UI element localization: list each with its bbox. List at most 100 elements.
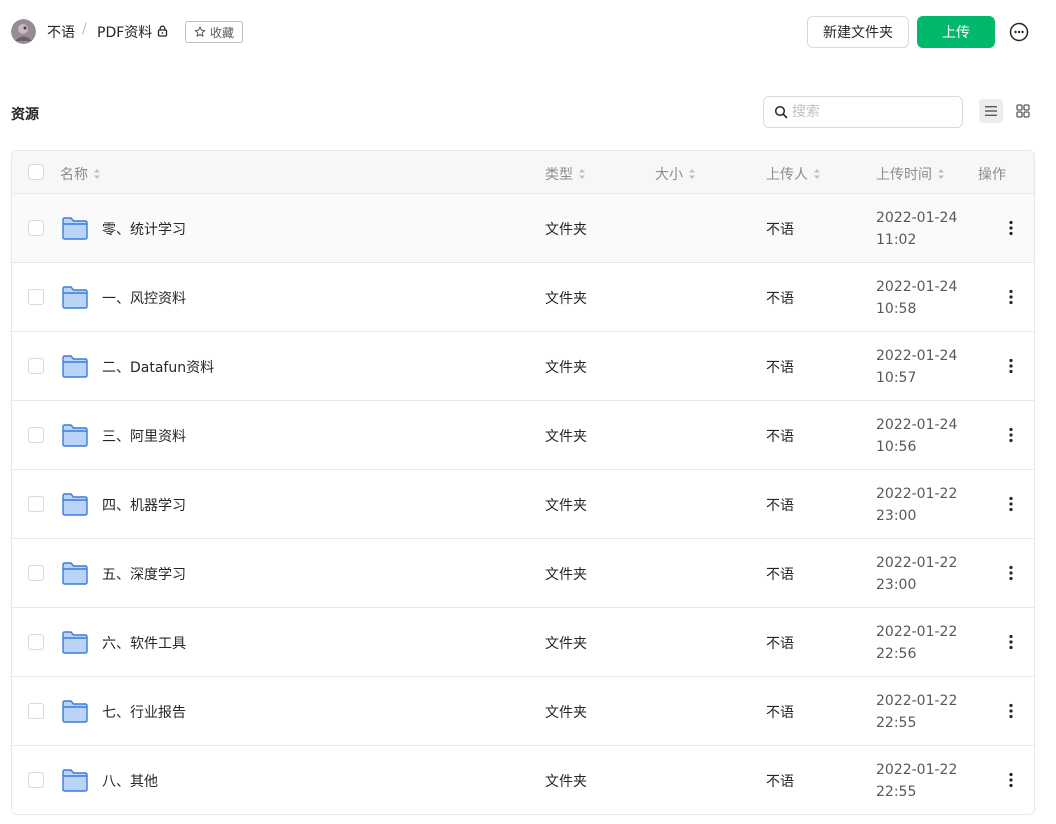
row-uploader: 不语 [766, 567, 794, 583]
more-vertical-icon[interactable] [1003, 287, 1019, 307]
table-row[interactable]: 四、机器学习 文件夹 不语 2022-01-22 23:00 [12, 470, 1034, 539]
sort-icon [938, 169, 944, 179]
row-upload-date: 2022-01-24 [876, 417, 958, 433]
column-header-actions: 操作 [978, 164, 1006, 184]
row-upload-clock: 22:55 [876, 715, 917, 731]
row-uploader: 不语 [766, 636, 794, 652]
table-row[interactable]: 七、行业报告 文件夹 不语 2022-01-22 22:55 [12, 677, 1034, 746]
column-header-size[interactable]: 大小 [655, 164, 696, 184]
breadcrumb-user[interactable]: 不语 [47, 22, 75, 42]
row-upload-time: 2022-01-24 10:56 [876, 414, 957, 458]
row-uploader: 不语 [766, 429, 794, 445]
row-type: 文件夹 [545, 360, 587, 376]
row-upload-time: 2022-01-22 22:55 [876, 690, 957, 734]
table-row[interactable]: 一、风控资料 文件夹 不语 2022-01-24 10:58 [12, 263, 1034, 332]
folder-icon [61, 559, 89, 587]
folder-icon [61, 352, 89, 380]
row-uploader: 不语 [766, 360, 794, 376]
column-uploader-label: 上传人 [766, 167, 808, 183]
row-type: 文件夹 [545, 429, 587, 445]
row-upload-time: 2022-01-22 22:56 [876, 621, 957, 665]
upload-button[interactable]: 上传 [917, 16, 995, 48]
row-upload-time: 2022-01-24 11:02 [876, 207, 957, 251]
row-upload-date: 2022-01-22 [876, 693, 958, 709]
row-upload-date: 2022-01-24 [876, 279, 958, 295]
row-checkbox[interactable] [28, 358, 44, 374]
more-vertical-icon[interactable] [1003, 701, 1019, 721]
row-checkbox[interactable] [28, 772, 44, 788]
table-row[interactable]: 六、软件工具 文件夹 不语 2022-01-22 22:56 [12, 608, 1034, 677]
column-upload-time-label: 上传时间 [876, 167, 932, 183]
row-name[interactable]: 零、统计学习 [102, 219, 186, 239]
row-name[interactable]: 一、风控资料 [102, 288, 186, 308]
row-checkbox[interactable] [28, 289, 44, 305]
select-all-checkbox[interactable] [28, 164, 44, 180]
search-box[interactable] [763, 96, 963, 128]
search-icon [774, 105, 788, 119]
folder-icon [61, 628, 89, 656]
row-upload-clock: 23:00 [876, 577, 917, 593]
more-vertical-icon[interactable] [1003, 494, 1019, 514]
folder-icon [61, 766, 89, 794]
row-name[interactable]: 八、其他 [102, 771, 158, 791]
row-upload-date: 2022-01-24 [876, 210, 958, 226]
user-avatar[interactable] [11, 19, 36, 44]
more-vertical-icon[interactable] [1003, 218, 1019, 238]
row-uploader: 不语 [766, 222, 794, 238]
table-row[interactable]: 二、Datafun资料 文件夹 不语 2022-01-24 10:57 [12, 332, 1034, 401]
row-type: 文件夹 [545, 291, 587, 307]
row-name[interactable]: 六、软件工具 [102, 633, 186, 653]
grid-view-icon[interactable] [1011, 99, 1035, 123]
row-upload-date: 2022-01-24 [876, 348, 958, 364]
column-header-name[interactable]: 名称 [60, 164, 101, 184]
row-type: 文件夹 [545, 222, 587, 238]
favorite-button[interactable]: 收藏 [185, 21, 243, 43]
search-input[interactable] [792, 104, 942, 120]
row-checkbox[interactable] [28, 703, 44, 719]
column-header-type[interactable]: 类型 [545, 164, 586, 184]
section-title: 资源 [11, 107, 39, 123]
folder-icon [61, 214, 89, 242]
row-type: 文件夹 [545, 498, 587, 514]
more-vertical-icon[interactable] [1003, 563, 1019, 583]
list-view-icon[interactable] [979, 99, 1003, 123]
column-header-uploader[interactable]: 上传人 [766, 164, 821, 184]
more-vertical-icon[interactable] [1003, 770, 1019, 790]
more-circle-icon[interactable] [1009, 22, 1029, 42]
column-size-label: 大小 [655, 167, 683, 183]
column-actions-label: 操作 [978, 167, 1006, 183]
more-vertical-icon[interactable] [1003, 632, 1019, 652]
new-folder-button[interactable]: 新建文件夹 [807, 16, 909, 48]
row-type: 文件夹 [545, 774, 587, 790]
more-vertical-icon[interactable] [1003, 356, 1019, 376]
row-upload-clock: 10:56 [876, 439, 917, 455]
row-upload-time: 2022-01-22 23:00 [876, 483, 957, 527]
table-row[interactable]: 五、深度学习 文件夹 不语 2022-01-22 23:00 [12, 539, 1034, 608]
sort-icon [94, 169, 100, 179]
column-name-label: 名称 [60, 167, 88, 183]
table-row[interactable]: 八、其他 文件夹 不语 2022-01-22 22:55 [12, 746, 1034, 814]
row-checkbox[interactable] [28, 427, 44, 443]
table-row[interactable]: 三、阿里资料 文件夹 不语 2022-01-24 10:56 [12, 401, 1034, 470]
row-uploader: 不语 [766, 705, 794, 721]
row-checkbox[interactable] [28, 220, 44, 236]
sort-icon [689, 169, 695, 179]
row-checkbox[interactable] [28, 634, 44, 650]
row-uploader: 不语 [766, 498, 794, 514]
table-row[interactable]: 零、统计学习 文件夹 不语 2022-01-24 11:02 [12, 194, 1034, 263]
row-checkbox[interactable] [28, 496, 44, 512]
row-type: 文件夹 [545, 567, 587, 583]
row-name[interactable]: 四、机器学习 [102, 495, 186, 515]
sort-icon [579, 169, 585, 179]
row-upload-date: 2022-01-22 [876, 486, 958, 502]
row-checkbox[interactable] [28, 565, 44, 581]
row-name[interactable]: 三、阿里资料 [102, 426, 186, 446]
folder-icon [61, 490, 89, 518]
star-icon [194, 26, 206, 37]
favorite-label: 收藏 [209, 25, 234, 40]
row-name[interactable]: 七、行业报告 [102, 702, 186, 722]
more-vertical-icon[interactable] [1003, 425, 1019, 445]
column-header-upload-time[interactable]: 上传时间 [876, 164, 945, 184]
row-name[interactable]: 二、Datafun资料 [102, 357, 214, 377]
row-name[interactable]: 五、深度学习 [102, 564, 186, 584]
